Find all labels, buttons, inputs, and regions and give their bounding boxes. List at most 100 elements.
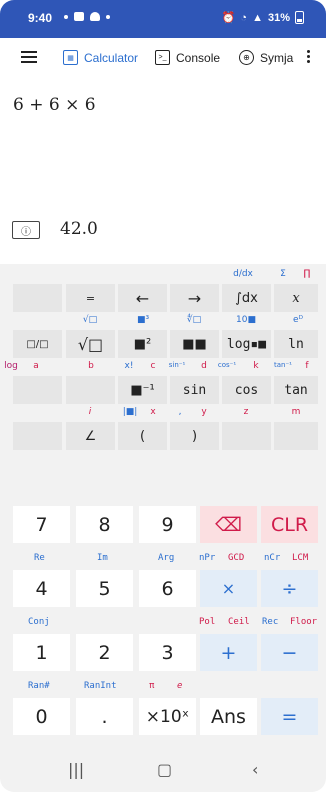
sci-key-blank-2[interactable] [13, 376, 62, 404]
square-root-key[interactable]: √□ [66, 330, 115, 358]
var-d-label: d [201, 361, 207, 371]
recent-apps-icon[interactable]: ||| [68, 760, 84, 779]
angle-key[interactable]: ∠ [66, 422, 115, 450]
product-label: ∏ [303, 269, 311, 279]
decimal-key[interactable]: . [76, 698, 133, 735]
ddx-label: d/dx [233, 269, 253, 279]
tab-console[interactable]: >_ Console [155, 50, 220, 65]
pi-label: π [149, 681, 155, 691]
sci-top-labels: d/dx Σ ∏ [0, 267, 326, 283]
var-k-label: k [253, 361, 259, 371]
fraction-key[interactable]: □/□ [13, 330, 62, 358]
open-paren-key[interactable]: ( [118, 422, 167, 450]
sci-key-blank-5[interactable] [222, 422, 271, 450]
key-2[interactable]: 2 [76, 634, 133, 671]
cos-key[interactable]: cos [222, 376, 271, 404]
ten-power-label: 10■ [236, 315, 256, 325]
euler-label: e [177, 681, 183, 691]
numeric-keypad: 7 8 9 ⌫ CLR Re Im Arg nPr GCD nCr LCM 4 … [0, 498, 326, 748]
tab-symja[interactable]: ⊕ Symja [239, 50, 293, 65]
rec-label: Rec [262, 617, 279, 627]
scientific-keypad: d/dx Σ ∏ = ← → ∫dx x √□ ■³ ∜□ 10■ eᴰ □/□… [0, 264, 326, 498]
multiply-key[interactable]: × [200, 570, 257, 607]
backspace-key[interactable]: ⌫ [200, 506, 257, 543]
arccos-label: cos⁻¹ [217, 361, 237, 369]
arg-label: Arg [158, 553, 175, 563]
power-key[interactable]: ■■ [170, 330, 219, 358]
abs-label: |■| [122, 407, 138, 417]
result-display: 42.0 [60, 219, 98, 239]
cube-root-label: √□ [82, 315, 98, 325]
system-nav-bar: ||| ▢ ‹ [0, 748, 326, 792]
key-1[interactable]: 1 [13, 634, 70, 671]
console-icon: >_ [155, 50, 170, 65]
status-time: 9:40 [28, 11, 53, 25]
battery-percent: 31% [267, 11, 290, 24]
calculator-icon: ▦ [63, 50, 78, 65]
sci-key-blank-4[interactable] [13, 422, 62, 450]
tan-key[interactable]: tan [274, 376, 318, 404]
signal-icon: ▲ [252, 11, 263, 24]
variable-x-key[interactable]: x [274, 284, 318, 312]
pol-label: Pol [199, 617, 216, 627]
sci-sub-row-3: i |■| x , y z m [0, 405, 326, 421]
minus-key[interactable]: − [261, 634, 318, 671]
plus-key[interactable]: + [200, 634, 257, 671]
var-z-label: z [243, 407, 249, 417]
sin-key[interactable]: sin [170, 376, 219, 404]
close-paren-key[interactable]: ) [170, 422, 219, 450]
status-bar: 9:40 ⏰ ◔ ▲ 31% [0, 0, 326, 38]
key-7[interactable]: 7 [13, 506, 70, 543]
factorial-label: x! [124, 361, 134, 371]
var-b-label: b [88, 361, 94, 371]
tab-symja-label: Symja [260, 50, 294, 65]
lcm-label: LCM [292, 553, 309, 563]
sci-key-blank-1[interactable] [13, 284, 62, 312]
expression-display[interactable]: 6 + 6 × 6 [13, 95, 96, 115]
key-4[interactable]: 4 [13, 570, 70, 607]
info-button[interactable]: ⓘ [12, 221, 40, 239]
dot-icon [106, 14, 110, 19]
ceil-label: Ceil [228, 617, 250, 627]
arcsin-label: sin⁻¹ [168, 361, 186, 369]
square-key[interactable]: ■² [118, 330, 167, 358]
arctan-label: tan⁻¹ [274, 361, 292, 369]
key-6[interactable]: 6 [139, 570, 196, 607]
key-5[interactable]: 5 [76, 570, 133, 607]
e-power-label: eᴰ [293, 315, 303, 325]
key-3[interactable]: 3 [139, 634, 196, 671]
more-options-icon[interactable] [307, 50, 310, 63]
integral-key[interactable]: ∫dx [222, 284, 271, 312]
num-sub-row-3: Ran# RanInt π e [0, 680, 326, 694]
key-0[interactable]: 0 [13, 698, 70, 735]
home-icon[interactable]: ▢ [157, 760, 172, 779]
log-base-key[interactable]: log▪■ [222, 330, 271, 358]
cursor-right-key[interactable]: → [170, 284, 219, 312]
equals-key[interactable]: = [261, 698, 318, 735]
cursor-left-key[interactable]: ← [118, 284, 167, 312]
wifi-icon: ◔ [240, 11, 248, 24]
ans-key[interactable]: Ans [200, 698, 257, 735]
location-icon [64, 14, 68, 19]
tab-calculator[interactable]: ▦ Calculator [63, 50, 138, 65]
var-c-label: c [150, 361, 156, 371]
divide-key[interactable]: ÷ [261, 570, 318, 607]
clear-key[interactable]: CLR [261, 506, 318, 543]
battery-icon [295, 11, 304, 24]
ln-key[interactable]: ln [274, 330, 318, 358]
reciprocal-key[interactable]: ■⁻¹ [118, 376, 167, 404]
var-y-label: y [201, 407, 207, 417]
sci-key-blank-6[interactable] [274, 422, 318, 450]
equals-sign-key[interactable]: = [66, 284, 115, 312]
alarm-icon: ⏰ [221, 12, 236, 24]
menu-icon[interactable] [21, 51, 37, 63]
ncr-label: nCr [264, 553, 281, 563]
backspace-icon: ⌫ [215, 513, 242, 536]
exponent-key[interactable]: ×10ˣ [139, 698, 196, 735]
sci-key-blank-3[interactable] [66, 376, 115, 404]
npr-label: nPr [199, 553, 216, 563]
info-icon: ⓘ [21, 226, 31, 238]
key-8[interactable]: 8 [76, 506, 133, 543]
back-icon[interactable]: ‹ [252, 760, 258, 779]
key-9[interactable]: 9 [139, 506, 196, 543]
